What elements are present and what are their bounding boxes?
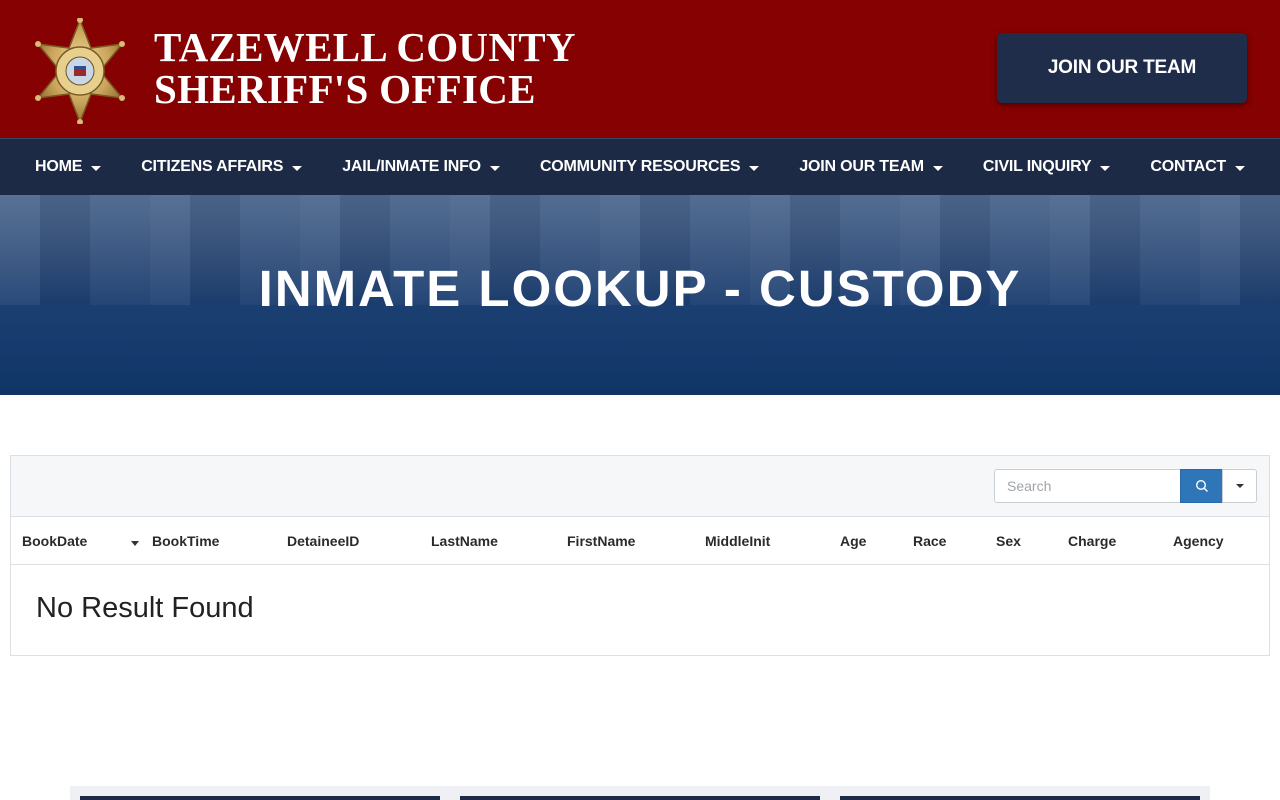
page-hero-banner: INMATE LOOKUP - CUSTODY [0, 195, 1280, 395]
table-header: BookDate BookTime DetaineeID LastName Fi… [11, 517, 1269, 565]
table-toolbar [11, 456, 1269, 517]
chevron-down-icon [1235, 165, 1245, 171]
empty-table-message: No Result Found [36, 592, 254, 624]
search-icon [1195, 479, 1208, 492]
nav-item-citizens-affairs[interactable]: CITIZENS AFFAIRS [121, 139, 322, 195]
footer-card-2 [460, 796, 820, 800]
sort-desc-icon[interactable] [131, 541, 139, 546]
footer-card-3 [840, 796, 1200, 800]
nav-item-label: CONTACT [1150, 158, 1226, 175]
inmate-table-panel: BookDate BookTime DetaineeID LastName Fi… [10, 455, 1270, 656]
chevron-down-icon [292, 165, 303, 171]
column-header-middleinit[interactable]: MiddleInit [705, 533, 770, 549]
footer-card-1 [80, 796, 440, 800]
column-header-charge[interactable]: Charge [1068, 533, 1116, 549]
site-title[interactable]: TAZEWELL COUNTY SHERIFF'S OFFICE [154, 26, 576, 110]
main-nav: HOME CITIZENS AFFAIRS JAIL/INMATE INFO C… [0, 138, 1280, 195]
nav-item-label: JAIL/INMATE INFO [342, 158, 481, 175]
site-title-line-1: TAZEWELL COUNTY [154, 24, 576, 70]
chevron-down-icon [1235, 484, 1244, 488]
nav-item-home[interactable]: HOME [15, 139, 121, 195]
column-header-bookdate[interactable]: BookDate [22, 533, 87, 549]
column-header-detaineeid[interactable]: DetaineeID [287, 533, 359, 549]
column-header-age[interactable]: Age [840, 533, 866, 549]
nav-item-join-our-team[interactable]: JOIN OUR TEAM [779, 139, 963, 195]
site-title-line-2: SHERIFF'S OFFICE [154, 66, 536, 112]
sheriff-star-badge-icon[interactable] [34, 17, 126, 125]
join-our-team-button[interactable]: JOIN OUR TEAM [997, 33, 1247, 103]
nav-item-label: JOIN OUR TEAM [799, 158, 924, 175]
search-button[interactable] [1180, 469, 1223, 503]
nav-item-label: CITIZENS AFFAIRS [141, 158, 284, 175]
column-header-sex[interactable]: Sex [996, 533, 1021, 549]
page-title: INMATE LOOKUP - CUSTODY [258, 260, 1022, 317]
chevron-down-icon [749, 165, 760, 171]
column-header-firstname[interactable]: FirstName [567, 533, 635, 549]
column-header-agency[interactable]: Agency [1173, 533, 1224, 549]
nav-item-community-resources[interactable]: COMMUNITY RESOURCES [520, 139, 779, 195]
chevron-down-icon [489, 165, 500, 171]
column-header-booktime[interactable]: BookTime [152, 533, 219, 549]
nav-item-label: HOME [35, 158, 83, 175]
chevron-down-icon [932, 165, 943, 171]
chevron-down-icon [1100, 165, 1111, 171]
column-header-lastname[interactable]: LastName [431, 533, 498, 549]
search-options-dropdown[interactable] [1222, 469, 1257, 503]
nav-item-civil-inquiry[interactable]: CIVIL INQUIRY [963, 139, 1131, 195]
nav-item-contact[interactable]: CONTACT [1130, 139, 1265, 195]
nav-item-label: CIVIL INQUIRY [982, 158, 1092, 175]
column-header-race[interactable]: Race [913, 533, 946, 549]
site-header: TAZEWELL COUNTY SHERIFF'S OFFICE JOIN OU… [0, 0, 1280, 138]
search-input[interactable] [994, 469, 1181, 503]
nav-item-jail-inmate-info[interactable]: JAIL/INMATE INFO [322, 139, 520, 195]
nav-item-label: COMMUNITY RESOURCES [539, 158, 741, 175]
chevron-down-icon [91, 165, 102, 171]
